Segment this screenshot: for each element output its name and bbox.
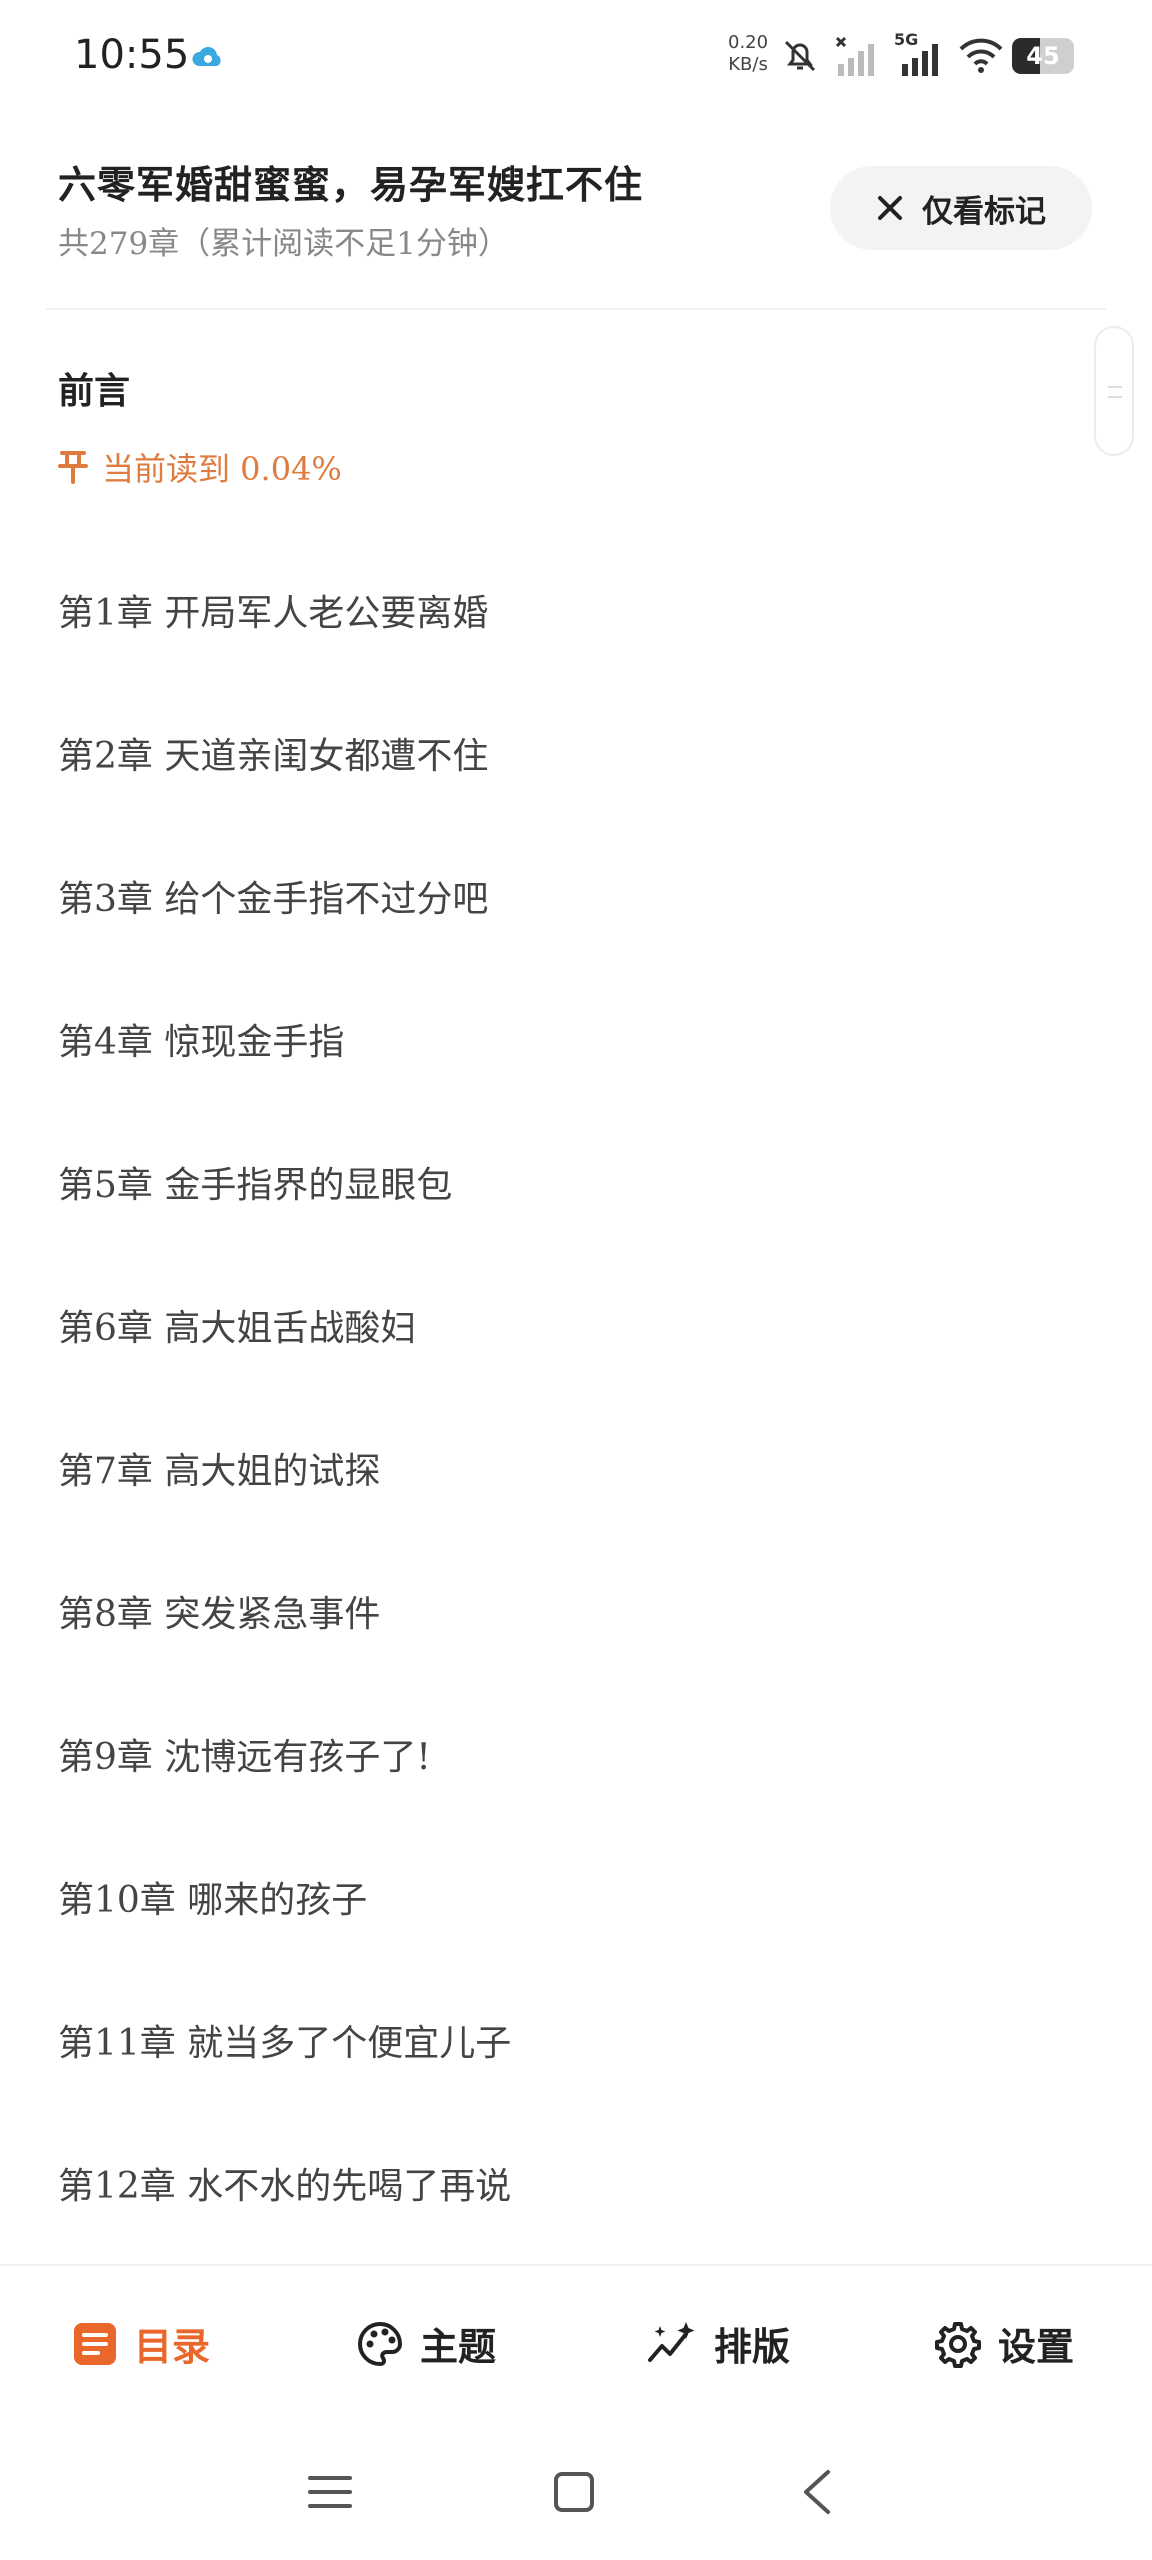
gear-icon bbox=[935, 2321, 981, 2368]
chapter-item[interactable]: 第1章 开局军人老公要离婚 bbox=[58, 584, 488, 636]
tab-layout[interactable]: 排版 bbox=[646, 2316, 790, 2371]
bottom-toolbar: 目录 主题 排版 设置 bbox=[0, 2264, 1152, 2430]
book-title: 六零军婚甜蜜蜜，易孕军嫂扛不住 bbox=[58, 162, 644, 207]
chapter-item[interactable]: 第6章 高大姐舌战酸妇 bbox=[58, 1299, 416, 1351]
chapter-item[interactable]: 第12章 水不水的先喝了再说 bbox=[58, 2157, 511, 2209]
menu-icon[interactable] bbox=[308, 2472, 352, 2512]
tab-settings[interactable]: 设置 bbox=[934, 2316, 1074, 2371]
sparkle-icon bbox=[648, 2321, 695, 2362]
marked-only-button[interactable]: 仅看标记 bbox=[830, 166, 1092, 250]
home-icon[interactable] bbox=[552, 2470, 596, 2514]
scroll-handle[interactable] bbox=[1094, 326, 1134, 456]
back-icon[interactable] bbox=[800, 2468, 834, 2516]
chapter-item[interactable]: 第3章 给个金手指不过分吧 bbox=[58, 870, 488, 922]
signal-5g: 5G bbox=[894, 30, 944, 78]
chapter-item[interactable]: 第8章 突发紧急事件 bbox=[58, 1585, 380, 1637]
chapter-item[interactable]: 第4章 惊现金手指 bbox=[58, 1013, 344, 1065]
chapter-item[interactable]: 第2章 天道亲闺女都遭不住 bbox=[58, 727, 488, 779]
progress-text: 当前读到 0.04% bbox=[102, 450, 342, 488]
pin-icon bbox=[58, 451, 88, 484]
network-speed: 0.20 KB/s bbox=[728, 32, 769, 75]
tab-theme-label: 主题 bbox=[420, 2325, 497, 2369]
chapter-item[interactable]: 第10章 哪来的孩子 bbox=[58, 1871, 367, 1923]
tab-theme[interactable]: 主题 bbox=[356, 2316, 496, 2371]
signal-off-icon bbox=[835, 36, 874, 76]
marked-only-label: 仅看标记 bbox=[922, 193, 1046, 230]
status-time: 10:55 bbox=[74, 32, 190, 78]
chapter-item[interactable]: 第11章 就当多了个便宜儿子 bbox=[58, 2014, 511, 2066]
close-icon bbox=[878, 196, 902, 220]
status-icons: 5G bbox=[780, 30, 1004, 80]
status-bar: 10:55 0.20 KB/s 5G 45 bbox=[0, 0, 1152, 120]
wifi-icon bbox=[959, 38, 1003, 73]
tab-toc[interactable]: 目录 bbox=[72, 2316, 210, 2371]
book-header: 六零军婚甜蜜蜜，易孕军嫂扛不住 共279章（累计阅读不足1分钟） 仅看标记 bbox=[0, 140, 1152, 310]
bell-muted-icon bbox=[784, 40, 816, 72]
tab-layout-label: 排版 bbox=[714, 2325, 791, 2369]
battery-indicator: 45 bbox=[1012, 38, 1074, 74]
preface-item[interactable]: 前言 bbox=[58, 362, 130, 414]
palette-icon bbox=[358, 2321, 403, 2366]
chapter-count: 共279章（累计阅读不足1分钟） bbox=[58, 226, 509, 262]
tab-toc-label: 目录 bbox=[134, 2325, 211, 2369]
chapter-item[interactable]: 第7章 高大姐的试探 bbox=[58, 1442, 380, 1494]
list-icon bbox=[74, 2322, 116, 2365]
reading-progress: 当前读到 0.04% bbox=[58, 444, 342, 490]
chapter-item[interactable]: 第9章 沈博远有孩子了! bbox=[58, 1728, 431, 1780]
tab-settings-label: 设置 bbox=[998, 2325, 1075, 2369]
system-nav-bar bbox=[0, 2428, 1152, 2560]
header-divider bbox=[46, 308, 1106, 310]
cloud-icon bbox=[192, 47, 221, 66]
signal-icon bbox=[902, 44, 938, 76]
chapter-item[interactable]: 第5章 金手指界的显眼包 bbox=[58, 1156, 452, 1208]
